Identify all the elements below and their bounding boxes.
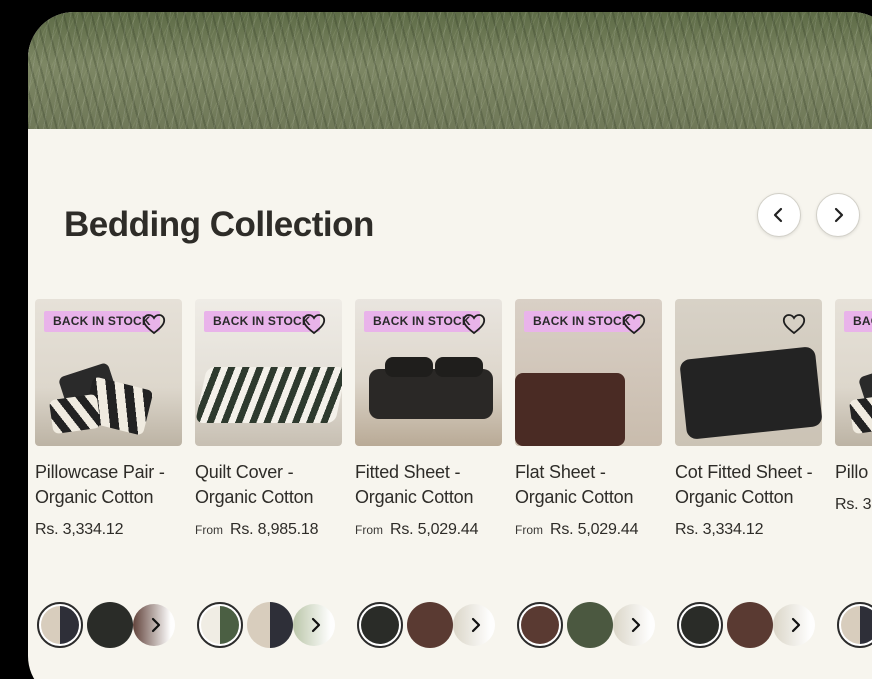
product-image[interactable]: BACK IN STOCK [515, 299, 662, 446]
product-card[interactable]: BACK IN STOCK Fitted Sheet - Organic Cott… [355, 299, 502, 539]
product-image[interactable]: BACK IN STOCK [195, 299, 342, 446]
product-card[interactable]: BACK IN STOCK Pillowcase Pair - Organic C… [35, 299, 182, 539]
chevron-left-icon [773, 207, 783, 223]
color-swatch[interactable] [677, 602, 723, 648]
color-swatch[interactable] [517, 602, 563, 648]
color-swatch[interactable] [357, 602, 403, 648]
chevron-right-icon [791, 617, 801, 633]
product-price: Rs. 5,029.44 [390, 521, 479, 538]
heart-icon[interactable] [782, 313, 806, 335]
product-image[interactable] [675, 299, 822, 446]
color-swatch[interactable] [567, 602, 613, 648]
product-image[interactable]: BAC [835, 299, 872, 446]
hero-banner-image [28, 12, 872, 129]
product-image[interactable]: BACK IN STOCK [35, 299, 182, 446]
color-swatches [677, 602, 815, 648]
product-card[interactable]: BACK IN STOCK Flat Sheet - Organic Cotton… [515, 299, 662, 539]
price-row: Rs. 3,334.12 [675, 521, 822, 539]
color-swatches [517, 602, 655, 648]
heart-icon[interactable] [462, 313, 486, 335]
product-name[interactable]: Pillowcase Pair - Organic Cotton [35, 460, 182, 510]
product-card[interactable]: Cot Fitted Sheet - Organic Cotton Rs. 3,3… [675, 299, 822, 539]
chevron-right-icon [311, 617, 321, 633]
section-title: Bedding Collection [64, 205, 374, 244]
color-swatches [37, 602, 175, 648]
product-name[interactable]: Pillo Orga [835, 460, 872, 485]
product-price: Rs. 3,334.12 [675, 521, 764, 538]
color-swatch[interactable] [727, 602, 773, 648]
carousel-next-button[interactable] [816, 193, 860, 237]
price-from-label: From [355, 523, 383, 537]
color-swatches [357, 602, 495, 648]
color-swatch[interactable] [87, 602, 133, 648]
heart-icon[interactable] [622, 313, 646, 335]
color-swatch[interactable] [197, 602, 243, 648]
product-name[interactable]: Quilt Cover - Organic Cotton [195, 460, 342, 510]
more-colors-button[interactable] [453, 602, 495, 648]
carousel-prev-button[interactable] [757, 193, 801, 237]
app-screen: Bedding Collection BACK IN STOCK Pillowca… [28, 12, 872, 679]
price-row: Rs. 3,334.12 [35, 521, 182, 539]
chevron-right-icon [631, 617, 641, 633]
more-colors-button[interactable] [133, 602, 175, 648]
color-swatch[interactable] [407, 602, 453, 648]
heart-icon[interactable] [302, 313, 326, 335]
color-swatch[interactable] [837, 602, 872, 648]
product-name[interactable]: Fitted Sheet - Organic Cotton [355, 460, 502, 510]
color-swatch[interactable] [247, 602, 293, 648]
color-swatch[interactable] [37, 602, 83, 648]
color-swatches [197, 602, 335, 648]
more-colors-button[interactable] [293, 602, 335, 648]
price-row: From Rs. 5,029.44 [515, 521, 662, 539]
chevron-right-icon [151, 617, 161, 633]
price-row: Rs. 3 [835, 496, 872, 514]
product-card[interactable]: BAC Pillo Orga Rs. 3 [835, 299, 872, 514]
more-colors-button[interactable] [613, 602, 655, 648]
back-in-stock-badge: BAC [844, 311, 872, 332]
product-name[interactable]: Cot Fitted Sheet - Organic Cotton [675, 460, 822, 510]
price-row: From Rs. 5,029.44 [355, 521, 502, 539]
product-price: Rs. 5,029.44 [550, 521, 639, 538]
product-name[interactable]: Flat Sheet - Organic Cotton [515, 460, 662, 510]
chevron-right-icon [834, 207, 844, 223]
more-colors-button[interactable] [773, 602, 815, 648]
product-image[interactable]: BACK IN STOCK [355, 299, 502, 446]
price-from-label: From [515, 523, 543, 537]
product-price: Rs. 8,985.18 [230, 521, 319, 538]
price-from-label: From [195, 523, 223, 537]
product-price: Rs. 3,334.12 [35, 521, 124, 538]
product-price: Rs. 3 [835, 496, 872, 513]
price-row: From Rs. 8,985.18 [195, 521, 342, 539]
chevron-right-icon [471, 617, 481, 633]
color-swatches [837, 602, 872, 648]
product-card[interactable]: BACK IN STOCK Quilt Cover - Organic Cotto… [195, 299, 342, 539]
heart-icon[interactable] [142, 313, 166, 335]
